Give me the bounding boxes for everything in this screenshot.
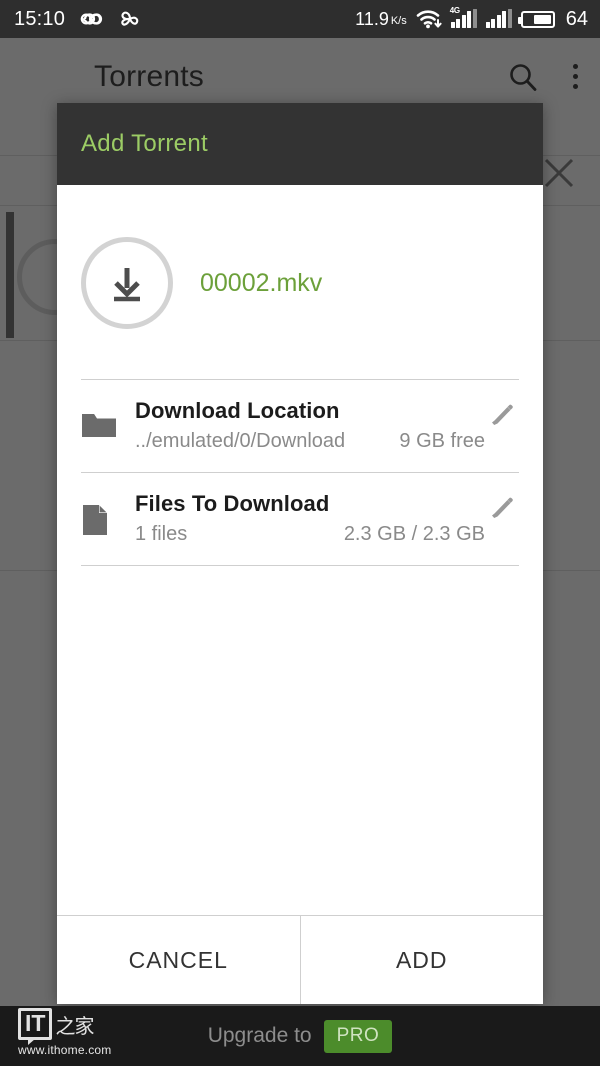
row-download-location-content: Download Location ../emulated/0/Download… — [129, 398, 485, 453]
row-download-location[interactable]: Download Location ../emulated/0/Download… — [57, 380, 543, 472]
network-speed-value: 11.9 — [355, 8, 389, 29]
torrent-file-name: 00002.mkv — [200, 268, 323, 297]
upgrade-label: Upgrade to — [207, 1024, 312, 1047]
free-space: 9 GB free — [399, 430, 485, 452]
file-icon — [81, 491, 129, 537]
pencil-edit-icon[interactable] — [485, 398, 519, 428]
download-arrow-icon — [81, 237, 173, 329]
torrent-summary: 00002.mkv — [57, 185, 543, 329]
network-speed: 11.9 K/s — [355, 9, 407, 30]
status-bar-right: 11.9 K/s 4G 64 — [355, 6, 588, 31]
background-accent-bar — [6, 212, 14, 338]
screen: 15:10 11.9 K/s 4G 64 Torrents Add Torren… — [0, 0, 600, 1066]
wifi-download-icon — [416, 9, 442, 29]
signal-4g-label: 4G — [449, 6, 460, 15]
search-icon[interactable] — [507, 61, 539, 93]
dialog-actions: CANCEL ADD — [57, 915, 543, 1004]
battery-icon — [517, 10, 555, 28]
battery-level: 64 — [565, 7, 588, 30]
dialog-title: Add Torrent — [81, 130, 208, 157]
add-button[interactable]: ADD — [300, 916, 543, 1004]
cancel-button[interactable]: CANCEL — [57, 916, 300, 1004]
status-clock: 15:10 — [14, 7, 66, 30]
bottom-upgrade-bar[interactable]: Upgrade to PRO — [0, 1006, 600, 1066]
download-path: ../emulated/0/Download — [135, 430, 346, 452]
add-torrent-dialog: Add Torrent 00002.mkv Download Location … — [57, 103, 543, 1004]
app-bar-actions — [507, 61, 578, 93]
row-files-to-download-content: Files To Download 1 files 2.3 GB / 2.3 G… — [129, 491, 485, 546]
clover-icon — [119, 8, 141, 30]
pencil-edit-icon[interactable] — [485, 491, 519, 521]
file-size: 2.3 GB / 2.3 GB — [343, 523, 485, 545]
overflow-menu-icon[interactable] — [573, 64, 578, 89]
row-subtitle: 1 files 2.3 GB / 2.3 GB — [135, 523, 485, 546]
battery-fill — [534, 14, 551, 24]
row-subtitle: ../emulated/0/Download 9 GB free — [135, 430, 485, 453]
signal-bars-secondary — [485, 9, 512, 28]
network-speed-unit: K/s — [390, 14, 407, 27]
hamburger-menu-icon[interactable] — [26, 65, 60, 88]
infinity-icon — [78, 10, 106, 28]
folder-icon — [81, 398, 129, 440]
signal-4g-icon: 4G — [449, 6, 477, 28]
row-title: Files To Download — [135, 491, 330, 516]
dialog-header: Add Torrent — [57, 103, 543, 185]
file-count: 1 files — [135, 523, 188, 545]
close-icon[interactable] — [541, 155, 577, 191]
row-files-to-download[interactable]: Files To Download 1 files 2.3 GB / 2.3 G… — [57, 473, 543, 565]
status-bar: 15:10 11.9 K/s 4G 64 — [0, 0, 600, 38]
row-title: Download Location — [135, 398, 340, 423]
status-bar-left: 15:10 — [14, 8, 141, 31]
page-title: Torrents — [94, 59, 204, 93]
dialog-divider — [81, 565, 519, 566]
pro-badge[interactable]: PRO — [323, 1019, 393, 1053]
dialog-body: 00002.mkv Download Location ../emulated/… — [57, 185, 543, 915]
